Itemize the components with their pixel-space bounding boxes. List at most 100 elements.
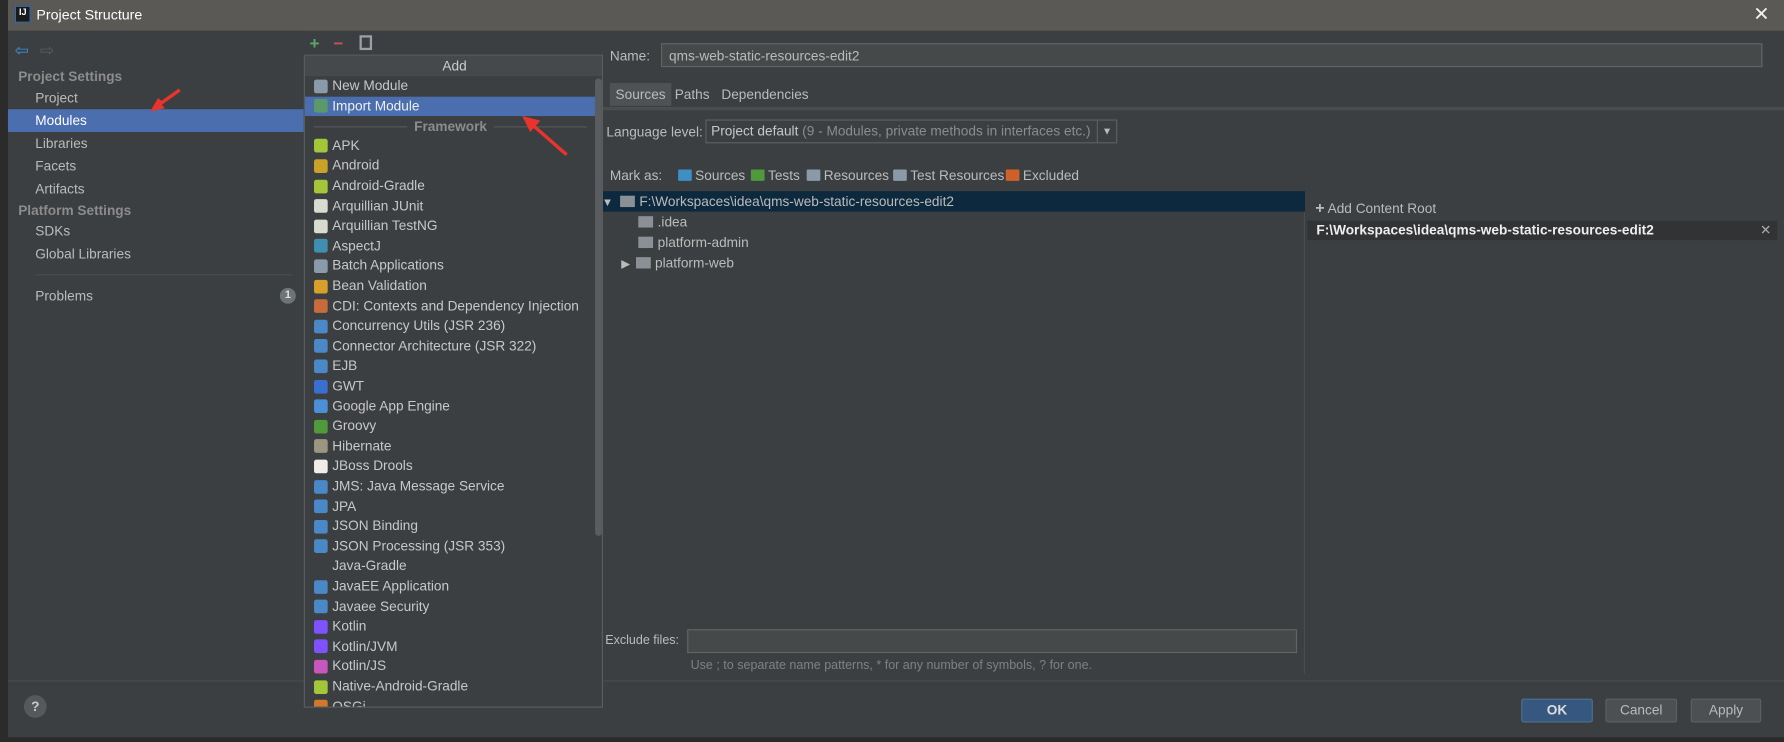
remove-icon[interactable]: − — [333, 34, 343, 53]
add-icon[interactable]: + — [309, 34, 319, 53]
jboss-drools-icon — [314, 459, 328, 474]
menu-item-label: Java-Gradle — [332, 557, 407, 574]
mark-sources-button[interactable]: Sources — [678, 167, 745, 183]
menu-item-apk[interactable]: APK — [305, 136, 595, 156]
mark-excluded-button[interactable]: Excluded — [1005, 167, 1079, 183]
language-level-label: Language level: — [606, 124, 703, 140]
exclude-files-label: Exclude files: — [605, 633, 680, 648]
back-arrow-icon[interactable]: ⇦ — [15, 40, 29, 60]
sidebar-item-libraries[interactable]: Libraries — [8, 132, 304, 155]
content-tree: ▼ F:\Workspaces\idea\qms-web-static-resou… — [599, 191, 1306, 674]
menu-item-jboss-drools[interactable]: JBoss Drools — [305, 457, 595, 477]
menu-item-bean-validation[interactable]: Bean Validation — [305, 276, 595, 296]
module-name-input[interactable] — [661, 43, 1763, 68]
tree-row[interactable]: .idea — [600, 212, 1305, 232]
menu-item-label: Bean Validation — [332, 277, 427, 294]
menu-item-label: Batch Applications — [332, 257, 444, 274]
menu-item-javaee-security[interactable]: Javaee Security — [305, 597, 595, 617]
menu-item-jpa[interactable]: JPA — [305, 497, 595, 517]
tree-label: .idea — [657, 213, 688, 230]
cancel-button[interactable]: Cancel — [1605, 698, 1678, 723]
language-level-value: Project default — [711, 122, 799, 139]
sidebar-item-label: Problems — [35, 287, 93, 304]
menu-item-label: JSON Binding — [332, 517, 418, 534]
menu-item-osgi[interactable]: OSGi — [305, 697, 595, 707]
menu-item-batch-applications[interactable]: Batch Applications — [305, 256, 595, 276]
android-gradle-icon — [314, 179, 328, 193]
menu-item-kotlin-js[interactable]: Kotlin/JS — [305, 657, 595, 677]
help-button[interactable]: ? — [23, 695, 47, 718]
jms-java-message-service-icon — [314, 479, 328, 494]
menu-item-label: New Module — [332, 77, 409, 94]
menu-item-label: APK — [332, 137, 360, 154]
menu-item-gwt[interactable]: GWT — [305, 377, 595, 397]
mark-tests-button[interactable]: Tests — [750, 167, 800, 183]
menu-item-google-app-engine[interactable]: Google App Engine — [305, 397, 595, 417]
menu-item-import-module[interactable]: Import Module — [304, 96, 596, 117]
popup-title: Add — [304, 55, 602, 77]
resources-folder-icon — [806, 169, 821, 181]
copy-icon[interactable] — [359, 35, 373, 51]
tab-dependencies[interactable]: Dependencies — [716, 83, 815, 106]
test-resources-folder-icon — [893, 169, 907, 181]
menu-item-connector-architecture-jsr-322[interactable]: Connector Architecture (JSR 322) — [305, 337, 595, 357]
menu-item-kotlin[interactable]: Kotlin — [305, 617, 595, 637]
tab-sources[interactable]: Sources — [609, 83, 672, 106]
menu-item-kotlin-jvm[interactable]: Kotlin/JVM — [305, 637, 595, 657]
menu-item-java-gradle[interactable]: Java-Gradle — [305, 557, 595, 577]
tree-row[interactable]: platform-admin — [600, 232, 1305, 252]
gwt-icon — [314, 379, 328, 394]
sidebar-item-artifacts[interactable]: Artifacts — [8, 177, 304, 200]
sidebar-item-modules[interactable]: Modules — [7, 109, 304, 132]
menu-item-arquillian-junit[interactable]: Arquillian JUnit — [305, 196, 595, 216]
menu-item-new-module[interactable]: New Module — [305, 76, 595, 96]
tree-row[interactable]: ▶ platform-web — [600, 253, 1305, 273]
menu-item-javaee-application[interactable]: JavaEE Application — [305, 577, 595, 597]
menu-item-label: Groovy — [332, 417, 377, 434]
menu-item-native-android-gradle[interactable]: Native-Android-Gradle — [305, 677, 595, 697]
tree-label: platform-web — [655, 254, 734, 271]
apply-button[interactable]: Apply — [1690, 698, 1762, 723]
sidebar-item-project[interactable]: Project — [8, 86, 304, 109]
chevron-down-icon[interactable]: ▼ — [1096, 120, 1116, 143]
collapsed-arrow-icon[interactable]: ▶ — [621, 258, 630, 271]
close-icon[interactable]: ✕ — [1753, 3, 1769, 26]
javaee-application-icon — [314, 579, 328, 594]
tree-row-root[interactable]: ▼ F:\Workspaces\idea\qms-web-static-resou… — [599, 191, 1306, 212]
menu-item-label: Google App Engine — [332, 397, 450, 414]
content-root-row[interactable]: F:\Workspaces\idea\qms-web-static-resour… — [1307, 220, 1778, 241]
menu-item-android-gradle[interactable]: Android-Gradle — [305, 176, 595, 196]
mark-test-resources-button[interactable]: Test Resources — [893, 167, 1004, 183]
forward-arrow-icon[interactable]: ⇨ — [40, 40, 54, 60]
menu-item-json-binding[interactable]: JSON Binding — [305, 517, 595, 537]
kotlin-icon — [314, 619, 328, 634]
tab-underline — [599, 106, 1784, 111]
menu-item-aspectj[interactable]: AspectJ — [305, 236, 595, 256]
language-level-dropdown[interactable]: Project default (9 - Modules, private me… — [705, 119, 1118, 144]
menu-item-concurrency-utils-jsr-236[interactable]: Concurrency Utils (JSR 236) — [305, 317, 595, 337]
sidebar-item-sdks[interactable]: SDKs — [8, 220, 304, 243]
expand-arrow-icon[interactable]: ▼ — [602, 197, 613, 210]
ok-button[interactable]: OK — [1521, 698, 1593, 723]
menu-item-jms-java-message-service[interactable]: JMS: Java Message Service — [305, 477, 595, 497]
menu-item-groovy[interactable]: Groovy — [305, 417, 595, 437]
menu-item-ejb[interactable]: EJB — [305, 357, 595, 377]
module-icon — [314, 79, 328, 93]
sidebar-item-global-libraries[interactable]: Global Libraries — [8, 242, 304, 265]
menu-item-hibernate[interactable]: Hibernate — [305, 437, 595, 457]
exclude-files-input[interactable] — [687, 629, 1298, 654]
remove-content-root-icon[interactable]: ✕ — [1760, 221, 1771, 240]
menu-item-json-processing-jsr-353[interactable]: JSON Processing (JSR 353) — [305, 537, 595, 557]
folder-icon — [638, 216, 654, 228]
menu-item-arquillian-testng[interactable]: Arquillian TestNG — [305, 216, 595, 236]
arquillian-testng-icon — [314, 219, 328, 233]
tab-paths[interactable]: Paths — [669, 83, 715, 106]
mark-resources-button[interactable]: Resources — [806, 167, 889, 183]
menu-item-cdi-contexts-and-dependency-injection[interactable]: CDI: Contexts and Dependency Injection — [305, 296, 595, 316]
sidebar-item-facets[interactable]: Facets — [8, 155, 304, 178]
popup-scrollbar[interactable] — [595, 78, 602, 536]
menu-item-android[interactable]: Android — [305, 156, 595, 176]
javaee-security-icon — [314, 599, 328, 614]
sidebar-item-problems[interactable]: Problems — [8, 284, 304, 307]
add-content-root-button[interactable]: + Add Content Root — [1315, 198, 1436, 216]
